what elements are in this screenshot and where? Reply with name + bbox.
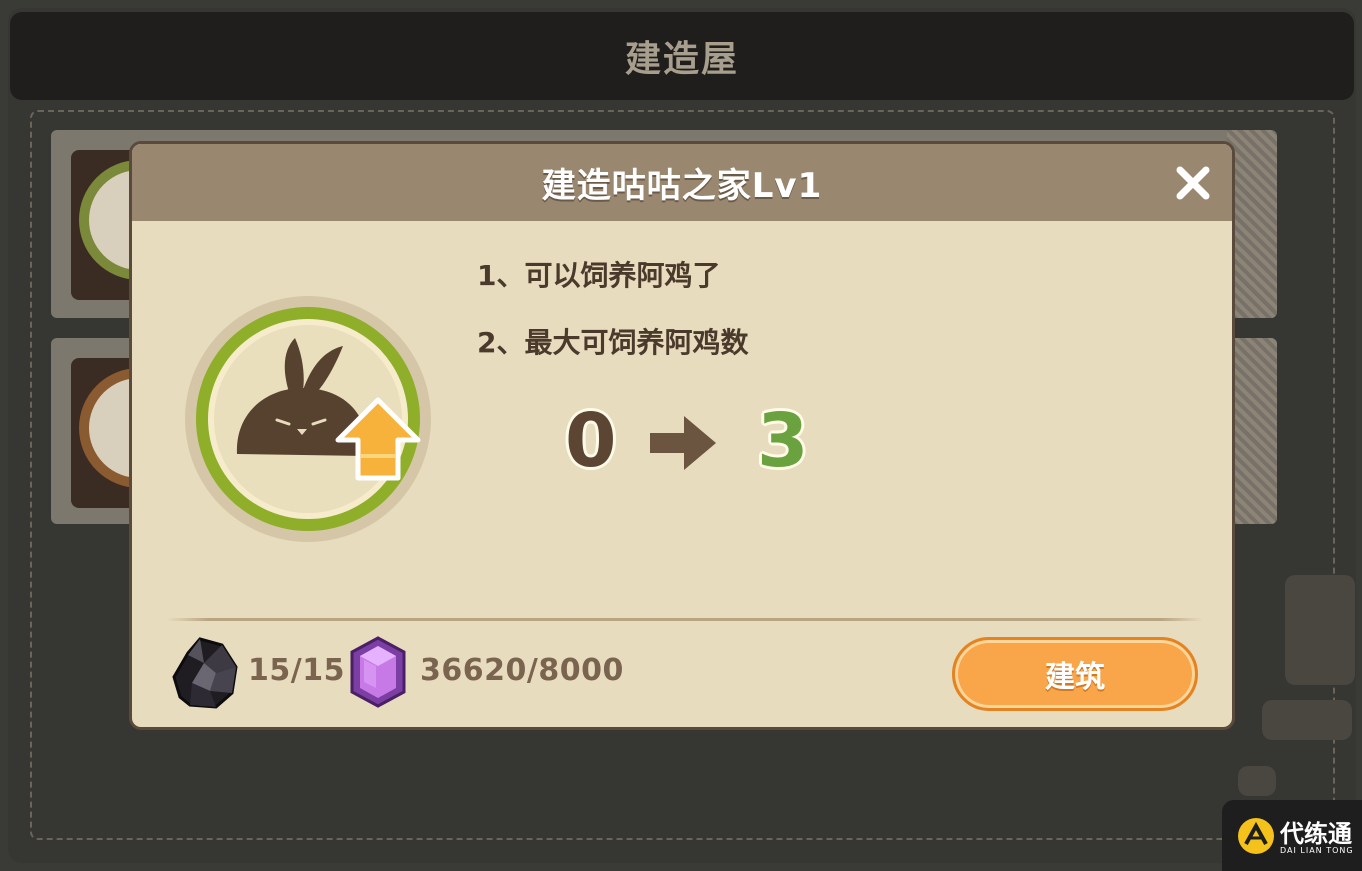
build-dialog: 建造咕咕之家Lv1 1、可以饲养阿鸡了 2、最大可饲养阿鸡数 0 3 15/15… [129,141,1235,730]
ore-cost: 15/15 [248,653,345,688]
background-bag-icon [1285,575,1355,685]
purple-gem-icon [350,636,406,708]
watermark: 代练通 DAI LIAN TONG [1222,800,1362,871]
background-side-element [1238,766,1276,796]
capacity-from-value: 0 [565,398,617,484]
background-titlebar: 建造屋 [10,12,1354,100]
watermark-subtitle: DAI LIAN TONG [1280,846,1354,855]
close-icon[interactable] [1172,162,1214,204]
divider [167,618,1203,621]
ore-icon [172,637,238,709]
watermark-title: 代练通 [1280,820,1352,848]
background-side-element [1262,700,1352,740]
screen-title: 建造屋 [624,39,739,80]
gem-cost: 36620/8000 [420,653,624,688]
chick-house-upgrade-icon [185,296,431,542]
capacity-to-value: 3 [757,398,809,484]
arrow-right-icon [650,416,716,470]
dialog-header: 建造咕咕之家Lv1 [132,144,1232,221]
dialog-title: 建造咕咕之家Lv1 [541,166,823,206]
effect-line: 2、最大可饲养阿鸡数 [477,326,749,359]
build-button-label: 建筑 [1045,660,1105,695]
watermark-logo-icon [1238,818,1274,854]
build-button[interactable]: 建筑 [952,637,1198,711]
effect-line: 1、可以饲养阿鸡了 [477,259,721,292]
